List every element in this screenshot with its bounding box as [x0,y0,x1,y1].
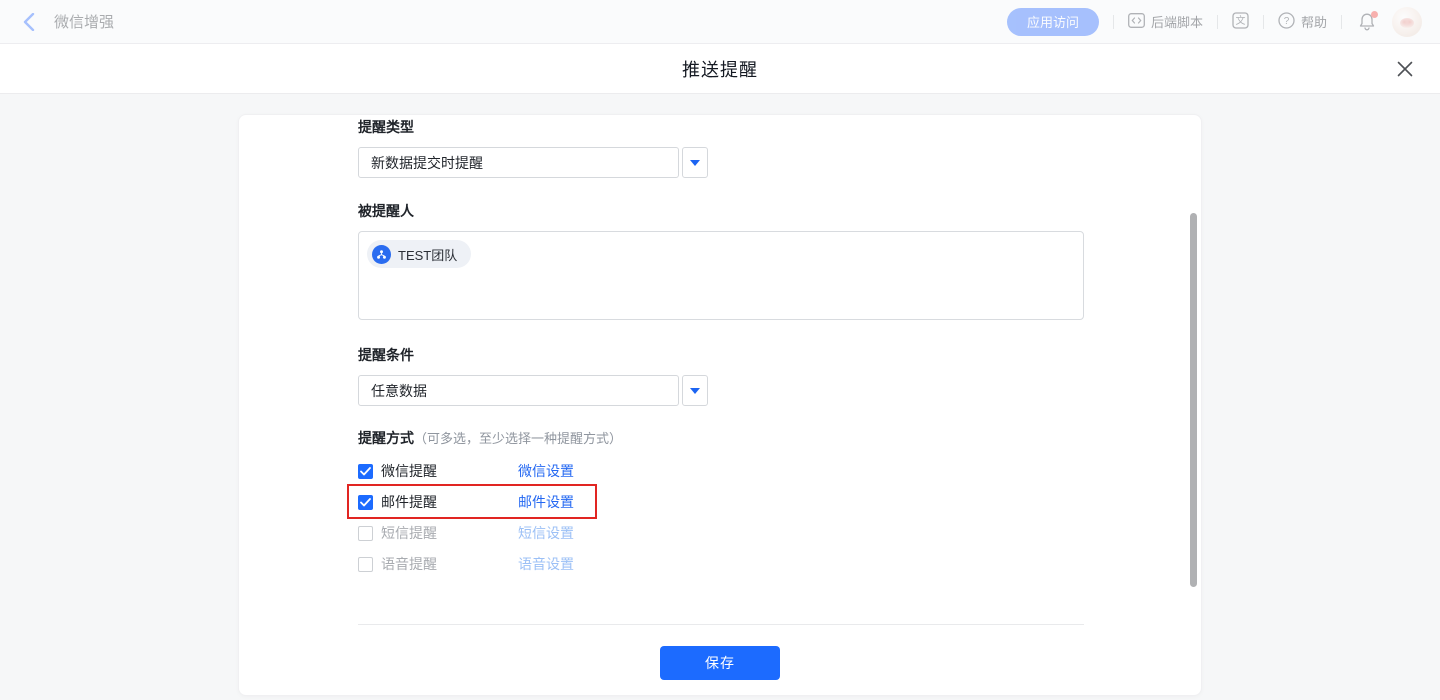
chevron-down-icon [690,160,700,166]
footer-divider [358,624,1084,625]
condition-value: 任意数据 [371,381,427,401]
condition-label: 提醒条件 [358,345,414,365]
svg-text:?: ? [1284,16,1290,27]
voice-checkbox[interactable] [358,557,373,572]
reminder-type-value: 新数据提交时提醒 [371,153,483,173]
method-row-wechat: 微信提醒 微信设置 [358,460,574,482]
wechat-checkbox[interactable] [358,464,373,479]
recipients-input[interactable]: TEST团队 [358,231,1084,320]
email-settings-link[interactable]: 邮件设置 [518,492,574,512]
check-icon [360,498,371,507]
app-title: 微信增强 [54,11,114,32]
sms-checkbox[interactable] [358,526,373,541]
reminder-type-dropdown-button[interactable] [682,147,708,178]
check-icon [360,467,371,476]
chevron-down-icon [690,388,700,394]
method-row-voice: 语音提醒 语音设置 [358,553,574,575]
vertical-scrollbar[interactable] [1190,213,1197,587]
help-label: 帮助 [1301,12,1327,31]
top-navigation-bar: 微信增强 应用访问 后端脚本 文 ? 帮助 [0,0,1440,44]
sms-settings-link[interactable]: 短信设置 [518,523,574,543]
modal-title: 推送提醒 [682,56,758,82]
reminder-type-select[interactable]: 新数据提交时提醒 [358,147,679,178]
save-button[interactable]: 保存 [660,646,780,680]
modal-header: 推送提醒 [0,44,1440,94]
help-button[interactable]: ? 帮助 [1278,12,1327,32]
backend-script-button[interactable]: 后端脚本 [1128,12,1203,31]
reminder-type-label: 提醒类型 [358,117,414,137]
recipient-chip-label: TEST团队 [398,245,457,264]
topbar-content: 微信增强 应用访问 后端脚本 文 ? 帮助 [18,7,1422,37]
user-avatar[interactable] [1392,7,1422,37]
recipient-chip[interactable]: TEST团队 [367,240,471,268]
backend-script-label: 后端脚本 [1151,12,1203,31]
team-icon [372,245,391,264]
translate-icon: 文 [1232,12,1249,32]
condition-select[interactable]: 任意数据 [358,375,679,406]
method-row-sms: 短信提醒 短信设置 [358,522,574,544]
topbar-divider [1263,15,1264,29]
topbar-divider [1341,15,1342,29]
methods-label: 提醒方式 [358,428,414,448]
code-icon [1128,13,1145,31]
condition-dropdown-button[interactable] [682,375,708,406]
email-checkbox[interactable] [358,495,373,510]
svg-text:文: 文 [1235,14,1245,27]
methods-label-row: 提醒方式 （可多选，至少选择一种提醒方式） [358,428,622,448]
topbar-divider [1217,15,1218,29]
sms-method-label: 短信提醒 [381,523,518,543]
help-icon: ? [1278,12,1295,32]
translate-button[interactable]: 文 [1232,12,1249,32]
methods-hint: （可多选，至少选择一种提醒方式） [414,428,622,447]
close-icon[interactable] [1394,58,1416,80]
notification-dot [1371,11,1378,18]
back-icon[interactable] [18,11,40,33]
wechat-settings-link[interactable]: 微信设置 [518,461,574,481]
notification-bell-button[interactable] [1356,11,1378,33]
method-row-email: 邮件提醒 邮件设置 [358,491,574,513]
voice-method-label: 语音提醒 [381,554,518,574]
topbar-divider [1113,15,1114,29]
app-access-button[interactable]: 应用访问 [1007,8,1099,36]
recipients-label: 被提醒人 [358,201,414,221]
wechat-method-label: 微信提醒 [381,461,518,481]
email-method-label: 邮件提醒 [381,492,518,512]
voice-settings-link[interactable]: 语音设置 [518,554,574,574]
